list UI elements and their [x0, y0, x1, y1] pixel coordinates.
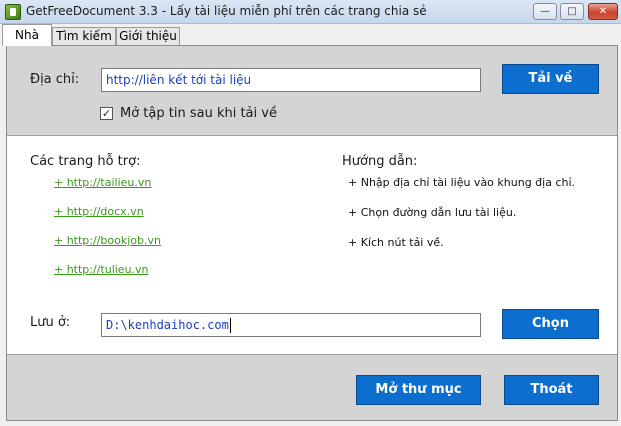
save-path-input[interactable]: D:\kenhdaihoc.com [101, 313, 481, 337]
tab-about[interactable]: Giới thiệu [116, 27, 180, 46]
open-after-label[interactable]: Mở tập tin sau khi tải về [120, 106, 277, 121]
guide-step: + Chọn đường dẫn lưu tài liệu. [348, 206, 517, 219]
tab-home[interactable]: Nhà [2, 24, 52, 46]
address-label: Địa chỉ: [30, 72, 80, 87]
minimize-button[interactable]: — [533, 3, 557, 20]
close-button[interactable]: ✕ [588, 3, 618, 20]
tab-search[interactable]: Tìm kiếm [52, 27, 116, 46]
guide-step: + Nhập địa chỉ tài liệu vào khung địa ch… [348, 176, 576, 189]
text-caret [229, 318, 231, 333]
guide-heading: Hướng dẫn: [342, 154, 418, 169]
supported-sites-heading: Các trang hỗ trợ: [30, 154, 141, 169]
site-link-tailieu[interactable]: + http://tailieu.vn [54, 176, 151, 189]
info-section: Các trang hỗ trợ: + http://tailieu.vn + … [7, 136, 617, 355]
save-path-text: D:\kenhdaihoc.com [106, 318, 229, 332]
save-location-label: Lưu ở: [30, 315, 71, 330]
site-link-bookjob[interactable]: + http://bookjob.vn [54, 234, 161, 247]
address-input[interactable]: http://liên kết tới tài liệu [101, 68, 481, 92]
window-title: GetFreeDocument 3.3 - Lấy tài liệu miễn … [26, 4, 427, 18]
maximize-button[interactable]: □ [560, 3, 584, 20]
site-link-docx[interactable]: + http://docx.vn [54, 205, 144, 218]
choose-folder-button[interactable]: Chọn [502, 309, 599, 339]
download-section: Địa chỉ: http://liên kết tới tài liệu Tả… [7, 46, 617, 136]
exit-button[interactable]: Thoát [504, 375, 599, 405]
open-folder-button[interactable]: Mở thư mục [356, 375, 481, 405]
title-bar[interactable]: GetFreeDocument 3.3 - Lấy tài liệu miễn … [0, 0, 621, 24]
guide-step: + Kích nút tải về. [348, 236, 444, 249]
site-link-tulieu[interactable]: + http://tulieu.vn [54, 263, 149, 276]
footer-section: Mở thư mục Thoát [7, 356, 617, 420]
app-icon [5, 4, 21, 20]
download-button[interactable]: Tải về [502, 64, 599, 94]
tab-strip: Nhà Tìm kiếm Giới thiệu [0, 24, 621, 46]
open-after-checkbox[interactable]: ✓ [100, 107, 113, 120]
home-panel: Địa chỉ: http://liên kết tới tài liệu Tả… [6, 45, 618, 421]
